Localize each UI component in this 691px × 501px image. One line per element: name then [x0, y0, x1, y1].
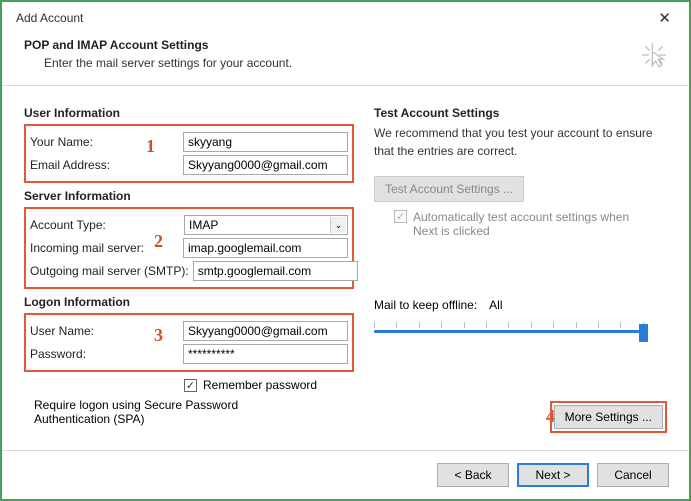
- back-button[interactable]: < Back: [437, 463, 509, 487]
- add-account-dialog: Add Account ✕ POP and IMAP Account Setti…: [0, 0, 691, 501]
- next-button[interactable]: Next >: [517, 463, 589, 487]
- titlebar: Add Account ✕: [2, 2, 689, 34]
- annotation-1: 1: [146, 136, 155, 157]
- cancel-button[interactable]: Cancel: [597, 463, 669, 487]
- close-icon[interactable]: ✕: [650, 5, 679, 31]
- remember-password-label: Remember password: [203, 378, 317, 392]
- header-title: POP and IMAP Account Settings: [24, 38, 292, 52]
- header: POP and IMAP Account Settings Enter the …: [2, 34, 689, 86]
- logon-info-title: Logon Information: [24, 295, 354, 309]
- slider-thumb[interactable]: [639, 324, 648, 342]
- chevron-down-icon[interactable]: ⌄: [330, 217, 346, 233]
- test-account-button[interactable]: Test Account Settings ...: [374, 176, 524, 202]
- incoming-server-input[interactable]: [183, 238, 348, 258]
- window-title: Add Account: [16, 11, 83, 25]
- password-input[interactable]: [183, 344, 348, 364]
- your-name-input[interactable]: [183, 132, 348, 152]
- username-input[interactable]: [183, 321, 348, 341]
- account-type-label: Account Type:: [30, 218, 180, 232]
- mail-keep-label: Mail to keep offline:: [374, 298, 477, 312]
- user-info-title: User Information: [24, 106, 354, 120]
- logon-info-group: 3 User Name: Password:: [24, 313, 354, 372]
- mail-keep-value: All: [489, 298, 502, 312]
- server-info-title: Server Information: [24, 189, 354, 203]
- remember-password-checkbox[interactable]: [184, 379, 197, 392]
- email-label: Email Address:: [30, 158, 179, 172]
- auto-test-label: Automatically test account settings when…: [413, 210, 653, 238]
- cursor-icon: [637, 38, 671, 75]
- email-input[interactable]: [183, 155, 348, 175]
- user-info-group: 1 Your Name: Email Address:: [24, 124, 354, 183]
- account-type-select[interactable]: [184, 215, 348, 235]
- more-settings-button[interactable]: More Settings ...: [554, 405, 663, 429]
- annotation-2: 2: [154, 231, 163, 252]
- outgoing-server-input[interactable]: [193, 261, 358, 281]
- footer: < Back Next > Cancel: [2, 450, 689, 499]
- server-info-group: 2 Account Type: ⌄ Incoming mail server: …: [24, 207, 354, 289]
- outgoing-label: Outgoing mail server (SMTP):: [30, 264, 189, 278]
- require-spa-label: Require logon using Secure Password Auth…: [34, 398, 314, 426]
- test-settings-title: Test Account Settings: [374, 106, 671, 120]
- mail-keep-slider[interactable]: [374, 318, 644, 342]
- test-settings-desc: We recommend that you test your account …: [374, 124, 671, 160]
- header-subtitle: Enter the mail server settings for your …: [44, 56, 292, 70]
- password-label: Password:: [30, 347, 179, 361]
- annotation-3: 3: [154, 325, 163, 346]
- your-name-label: Your Name:: [30, 135, 179, 149]
- more-settings-highlight: More Settings ...: [550, 401, 667, 433]
- auto-test-checkbox[interactable]: [394, 210, 407, 223]
